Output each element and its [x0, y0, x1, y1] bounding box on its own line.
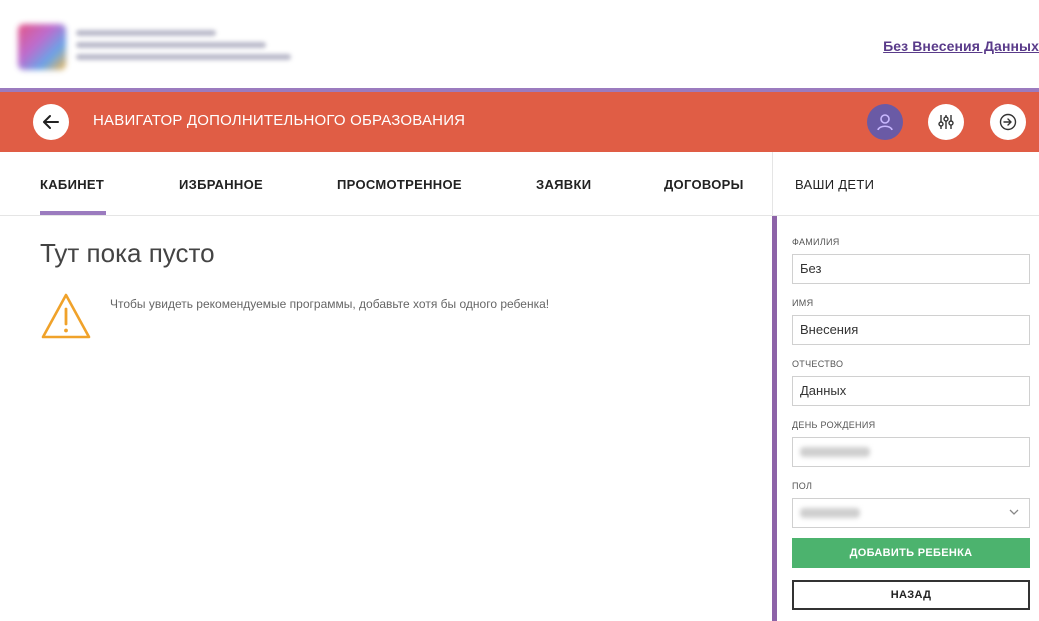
site-logo[interactable] [18, 24, 308, 72]
surname-label: ФАМИЛИЯ [792, 237, 840, 247]
exit-button[interactable] [990, 104, 1026, 140]
tab-bar: КАБИНЕТ ИЗБРАННОЕ ПРОСМОТРЕННОЕ ЗАЯВКИ Д… [0, 152, 772, 216]
add-child-button[interactable]: ДОБАВИТЬ РЕБЕНКА [792, 538, 1030, 568]
surname-field[interactable]: Без [792, 254, 1030, 284]
tab-contracts[interactable]: ДОГОВОРЫ [664, 177, 744, 192]
name-field[interactable]: Внесения [792, 315, 1030, 345]
birthday-field[interactable] [792, 437, 1030, 467]
chevron-down-icon [1009, 509, 1019, 515]
add-child-panel: ФАМИЛИЯ Без ИМЯ Внесения ОТЧЕСТВО Данных… [772, 216, 1039, 621]
tab-viewed[interactable]: ПРОСМОТРЕННОЕ [337, 177, 462, 192]
logo-text-blurred [76, 30, 306, 66]
page: Без Внесения Данных НАВИГАТОР ДОПОЛНИТЕЛ… [0, 0, 1039, 621]
kids-panel-header: ВАШИ ДЕТИ [772, 152, 1039, 216]
warning-icon [41, 293, 91, 339]
arrow-left-icon [43, 115, 59, 129]
tab-cabinet[interactable]: КАБИНЕТ [40, 177, 104, 192]
gender-label: ПОЛ [792, 481, 813, 491]
profile-button[interactable] [867, 104, 903, 140]
back-button[interactable] [33, 104, 69, 140]
kids-panel-title: ВАШИ ДЕТИ [795, 177, 875, 192]
sliders-icon [938, 115, 954, 129]
empty-state-message: Чтобы увидеть рекомендуемые программы, д… [110, 297, 550, 311]
name-label: ИМЯ [792, 298, 814, 308]
user-name-link[interactable]: Без Внесения Данных [883, 38, 1039, 54]
user-icon [877, 114, 893, 131]
birthday-value-blurred [800, 447, 870, 457]
gender-value-blurred [800, 508, 860, 518]
filter-button[interactable] [928, 104, 964, 140]
birthday-label: ДЕНЬ РОЖДЕНИЯ [792, 420, 876, 430]
top-header: Без Внесения Данных [0, 0, 1039, 88]
patronymic-field[interactable]: Данных [792, 376, 1030, 406]
active-tab-indicator [40, 211, 106, 215]
exit-icon [999, 113, 1017, 131]
navbar-title: НАВИГАТОР ДОПОЛНИТЕЛЬНОГО ОБРАЗОВАНИЯ [93, 112, 466, 129]
tab-favorites[interactable]: ИЗБРАННОЕ [179, 177, 263, 192]
gender-select[interactable] [792, 498, 1030, 528]
empty-state-title: Тут пока пусто [40, 238, 215, 268]
tab-applications[interactable]: ЗАЯВКИ [536, 177, 591, 192]
patronymic-label: ОТЧЕСТВО [792, 359, 844, 369]
logo-mark [18, 24, 66, 70]
navbar: НАВИГАТОР ДОПОЛНИТЕЛЬНОГО ОБРАЗОВАНИЯ [0, 92, 1039, 152]
back-form-button[interactable]: НАЗАД [792, 580, 1030, 610]
